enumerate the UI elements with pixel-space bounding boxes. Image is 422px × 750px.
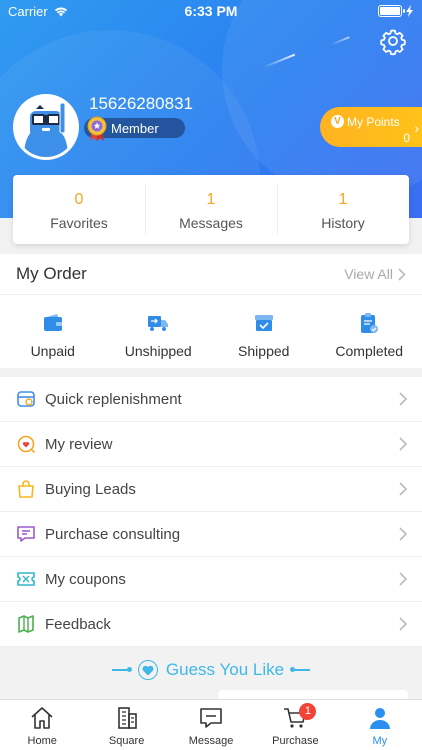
clock: 6:33 PM <box>184 3 238 19</box>
guess-you-like-header: Guess You Like <box>0 650 422 690</box>
battery-icon <box>378 5 405 17</box>
truck-icon <box>148 316 169 331</box>
menu-item-feedback[interactable]: Feedback <box>0 602 422 647</box>
wallet-icon <box>43 314 62 331</box>
feedback-icon <box>18 615 34 633</box>
tab-square[interactable]: Square <box>84 700 168 750</box>
v-badge-icon: V <box>331 115 344 128</box>
tab-message[interactable]: Message <box>169 700 253 750</box>
menu-label: My coupons <box>45 570 126 588</box>
order-label: Unshipped <box>124 343 192 359</box>
divider <box>290 667 311 672</box>
review-icon <box>17 435 36 454</box>
my-points-button[interactable]: V My Points 0 › <box>320 107 422 147</box>
order-label: Unpaid <box>30 343 75 359</box>
cart-count-badge: 1 <box>299 703 317 720</box>
menu-item-purchase-consulting[interactable]: Purchase consulting <box>0 512 422 557</box>
stat-label: Favorites <box>50 215 108 231</box>
stat-history[interactable]: 1 History <box>277 175 409 244</box>
person-icon <box>369 708 390 729</box>
menu-label: Purchase consulting <box>45 525 181 543</box>
member-level-label: Member <box>111 120 159 136</box>
chevron-right-icon <box>399 572 408 586</box>
tab-label: Square <box>108 735 145 747</box>
points-label: My Points <box>347 115 400 129</box>
chevron-right-icon <box>399 392 408 406</box>
menu-label: My review <box>45 435 113 453</box>
bag-icon <box>18 480 34 498</box>
box-icon <box>254 315 273 331</box>
chevron-right-icon <box>399 617 408 631</box>
tab-home[interactable]: Home <box>0 700 84 750</box>
replenish-icon <box>17 391 35 407</box>
order-unpaid[interactable]: Unpaid <box>0 295 106 367</box>
home-icon <box>31 707 53 729</box>
view-all-link[interactable]: View All <box>344 266 406 282</box>
stat-label: History <box>321 215 365 231</box>
clipboard-check-icon <box>361 313 379 333</box>
building-icon <box>117 707 137 729</box>
order-unshipped[interactable]: Unshipped <box>106 295 212 367</box>
stats-card: 0 Favorites 1 Messages 1 History <box>13 175 409 244</box>
stat-favorites[interactable]: 0 Favorites <box>13 175 145 244</box>
tab-label: Purchase <box>272 735 319 747</box>
chevron-right-icon: › <box>414 120 419 136</box>
menu-label: Quick replenishment <box>45 390 182 408</box>
order-completed[interactable]: Completed <box>317 295 422 367</box>
menu-item-my-review[interactable]: My review <box>0 422 422 467</box>
avatar[interactable] <box>13 94 79 160</box>
tab-label: Home <box>27 735 57 747</box>
menu-list: Quick replenishment My review Buying Lea… <box>0 377 422 647</box>
user-phone: 15626280831 <box>89 94 194 113</box>
tab-purchase[interactable]: 1 Purchase <box>253 700 337 750</box>
stat-value: 1 <box>206 191 216 208</box>
stat-value: 1 <box>338 191 348 208</box>
points-value: 0 <box>403 131 410 145</box>
tab-my[interactable]: My <box>338 700 422 750</box>
menu-item-buying-leads[interactable]: Buying Leads <box>0 467 422 512</box>
message-icon <box>200 708 222 728</box>
medal-icon <box>87 116 107 141</box>
menu-label: Feedback <box>45 615 111 633</box>
consult-icon <box>17 526 35 542</box>
menu-item-quick-replenishment[interactable]: Quick replenishment <box>0 377 422 422</box>
view-all-label: View All <box>344 266 393 282</box>
chevron-right-icon <box>399 527 408 541</box>
order-label: Completed <box>335 343 404 359</box>
chevron-right-icon <box>398 267 406 281</box>
heart-icon <box>137 660 158 680</box>
section-title: My Order <box>16 264 87 283</box>
settings-gear-icon[interactable] <box>378 26 408 56</box>
coupon-icon <box>17 572 35 586</box>
menu-item-my-coupons[interactable]: My coupons <box>0 557 422 602</box>
robot-avatar-icon <box>16 97 76 157</box>
section-title: Guess You Like <box>165 660 285 679</box>
chevron-right-icon <box>399 437 408 451</box>
order-label: Shipped <box>238 343 290 359</box>
stat-label: Messages <box>179 215 243 231</box>
member-level-badge[interactable]: Member <box>84 116 185 141</box>
stat-messages[interactable]: 1 Messages <box>145 175 277 244</box>
tab-bar: Home Square Message 1 Purchase My <box>0 699 422 750</box>
divider <box>111 667 132 672</box>
stat-value: 0 <box>74 191 84 208</box>
tab-label: My <box>372 735 388 747</box>
menu-label: Buying Leads <box>45 480 136 498</box>
status-bar: Carrier 6:33 PM <box>0 0 422 22</box>
tab-label: Message <box>188 735 234 747</box>
my-order-section: My Order View All Unpaid Unshipped Shipp… <box>0 254 422 368</box>
order-shipped[interactable]: Shipped <box>211 295 317 367</box>
chevron-right-icon <box>399 482 408 496</box>
